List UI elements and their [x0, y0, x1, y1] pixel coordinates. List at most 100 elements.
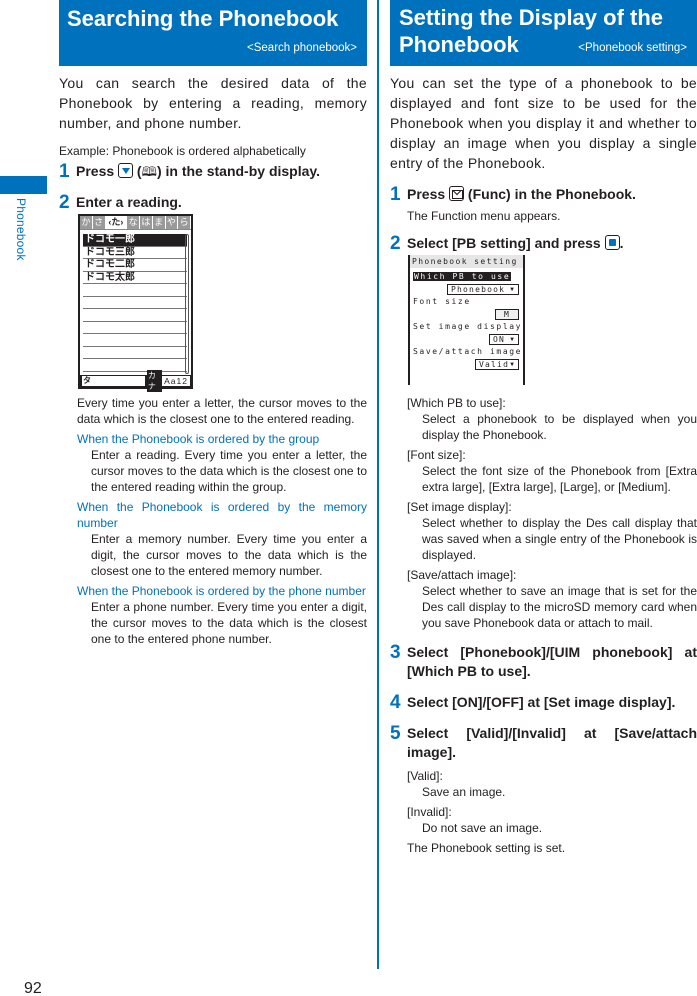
final-note: The Phonebook setting is set.	[407, 841, 566, 855]
input-bar: タ カナ Aa12	[80, 370, 191, 392]
step-number: 3	[390, 642, 401, 663]
step-text-part: .	[619, 235, 624, 251]
step-5: 5 Select [Valid]/[Invalid] at [Save/atta…	[390, 724, 697, 762]
field-label-which-pb[interactable]: Which PB to use	[410, 271, 523, 283]
select-value: Phonebook	[451, 285, 506, 294]
which-pb-select[interactable]: Phonebook ▼	[447, 284, 519, 295]
step-text: Select [Valid]/[Invalid] at [Save/attach…	[407, 725, 697, 760]
step-text: Select [ON]/[OFF] at [Set image display]…	[407, 694, 676, 710]
scrollbar[interactable]	[185, 234, 189, 374]
step-text-part: Press	[76, 163, 119, 179]
kana-tab[interactable]: ま	[152, 216, 165, 229]
option-desc: Save an image.	[422, 785, 506, 799]
option-term: [Valid]:	[407, 769, 443, 783]
screen-header: Phonebook setting	[410, 255, 523, 268]
step-1: 1 Press (Func) in the Phonebook.	[390, 185, 697, 204]
case-body-phone: Enter a phone number. Every time you ent…	[91, 600, 367, 646]
save-attach-image-select[interactable]: Valid ▼	[475, 359, 519, 370]
search-description: Every time you enter a letter, the curso…	[77, 396, 367, 426]
step-text-part: Select [PB setting] and press	[407, 235, 605, 251]
step-number: 4	[390, 692, 401, 713]
step-text-part: ) in the stand-by display.	[156, 163, 321, 179]
definition-term: [Which PB to use]:	[407, 396, 506, 410]
step-text: Press (Func) in the Phonebook.	[407, 185, 697, 204]
field-label-save-attach-image: Save/attach image	[413, 347, 523, 356]
step-1: 1 Press (🕮) in the stand-by display.	[59, 162, 367, 181]
step-3: 3 Select [Phonebook]/[UIM phonebook] at …	[390, 643, 697, 681]
kana-tab[interactable]: は	[139, 216, 152, 229]
kana-tab[interactable]: さ	[92, 216, 105, 229]
case-body-memory: Enter a memory number. Every time you en…	[91, 532, 367, 578]
list-item[interactable]: ドコモ三郎	[83, 247, 187, 259]
intro-text: You can search the desired data of the P…	[59, 75, 367, 131]
step-4: 4 Select [ON]/[OFF] at [Set image displa…	[390, 693, 697, 712]
case-body-group: Enter a reading. Every time you enter a …	[91, 448, 367, 494]
list-item[interactable]: ドコモ二郎	[83, 259, 187, 272]
chapter-label: Phonebook	[14, 198, 28, 261]
case-heading-group: When the Phonebook is ordered by the gro…	[77, 432, 320, 446]
list-item	[83, 309, 187, 322]
step-2: 2 Enter a reading.	[59, 193, 367, 212]
definition-desc: Select a phonebook to be displayed when …	[422, 412, 697, 442]
step-text-part: Press	[407, 186, 450, 202]
list-item	[83, 322, 187, 334]
step-text-part: (Func) in the Phonebook.	[464, 186, 636, 202]
phonebook-search-screen: か さ ‹た› な は ま や ら ドコモ一郎 ドコモ三郎 ドコモ二郎 ドコモ太…	[78, 214, 193, 392]
phonebook-setting-screen: Phonebook setting Which PB to use Phoneb…	[408, 255, 525, 385]
step-1-note: The Function menu appears.	[407, 209, 561, 223]
input-mode-badge: カナ	[146, 370, 163, 392]
font-size-select[interactable]: M	[495, 309, 519, 320]
field-row: Valid ▼	[410, 358, 523, 371]
section-header: Searching the Phonebook <Search phoneboo…	[59, 0, 367, 66]
dropdown-caret-icon: ▼	[510, 286, 515, 293]
section-title: Searching the Phonebook	[67, 6, 339, 31]
intro-text: You can set the type of a phonebook to b…	[390, 75, 697, 171]
section-header: Setting the Display of the Phonebook <Ph…	[390, 0, 697, 66]
list-item	[83, 284, 187, 297]
list-item	[83, 334, 187, 347]
kana-tab-active[interactable]: ‹た›	[105, 216, 127, 229]
definition-term: [Font size]:	[407, 448, 466, 462]
set-image-display-select[interactable]: ON ▼	[489, 334, 519, 345]
mail-key-icon	[449, 186, 465, 201]
section-title-line: Setting the Display of the	[399, 5, 664, 30]
field-label-font-size: Font size	[413, 297, 471, 306]
list-item	[83, 297, 187, 309]
case-heading-phone: When the Phonebook is ordered by the pho…	[77, 584, 366, 598]
step-text-part: (	[133, 163, 142, 179]
list-item	[83, 359, 187, 372]
section-subtitle: <Search phonebook>	[247, 42, 357, 54]
kana-tab[interactable]: な	[127, 216, 139, 229]
select-value: M	[503, 310, 511, 319]
field-label-set-image-display: Set image display	[413, 322, 523, 331]
kana-tab[interactable]: ら	[178, 216, 191, 229]
kana-tab-row: か さ ‹た› な は ま や ら	[80, 216, 191, 230]
step-number: 5	[390, 723, 401, 744]
list-item-selected[interactable]: ドコモ一郎	[83, 234, 187, 247]
input-mode-indicator: Aa12	[162, 376, 190, 386]
definition-term: [Set image display]:	[407, 500, 512, 514]
definition-desc: Select whether to display the Des call d…	[422, 516, 697, 562]
step-2: 2 Select [PB setting] and press .	[390, 234, 697, 253]
step-number: 2	[390, 233, 401, 254]
definition-desc: Select whether to save an image that is …	[422, 584, 697, 630]
select-value: Valid	[479, 360, 510, 369]
section-subtitle: <Phonebook setting>	[578, 42, 687, 54]
list-item[interactable]: ドコモ太郎	[83, 272, 187, 284]
option-term: [Invalid]:	[407, 805, 452, 819]
step-number: 1	[390, 184, 401, 205]
step-number: 1	[59, 161, 70, 182]
step-text: Select [Phonebook]/[UIM phonebook] at [W…	[407, 644, 697, 679]
field-label-text: Which PB to use	[413, 272, 512, 281]
field-row: ON ▼	[410, 333, 523, 346]
kana-tab[interactable]: か	[80, 216, 92, 229]
step-text: Enter a reading.	[76, 194, 182, 210]
dropdown-caret-icon: ▼	[510, 336, 515, 343]
kana-tab[interactable]: や	[165, 216, 178, 229]
step-text: Select [PB setting] and press .	[407, 234, 697, 253]
column-divider	[377, 0, 379, 969]
case-heading-memory: When the Phonebook is ordered by the mem…	[77, 500, 367, 530]
field-row: M	[410, 308, 523, 321]
reading-input[interactable]: タ	[82, 376, 145, 386]
example-note: Example: Phonebook is ordered alphabetic…	[59, 144, 306, 158]
